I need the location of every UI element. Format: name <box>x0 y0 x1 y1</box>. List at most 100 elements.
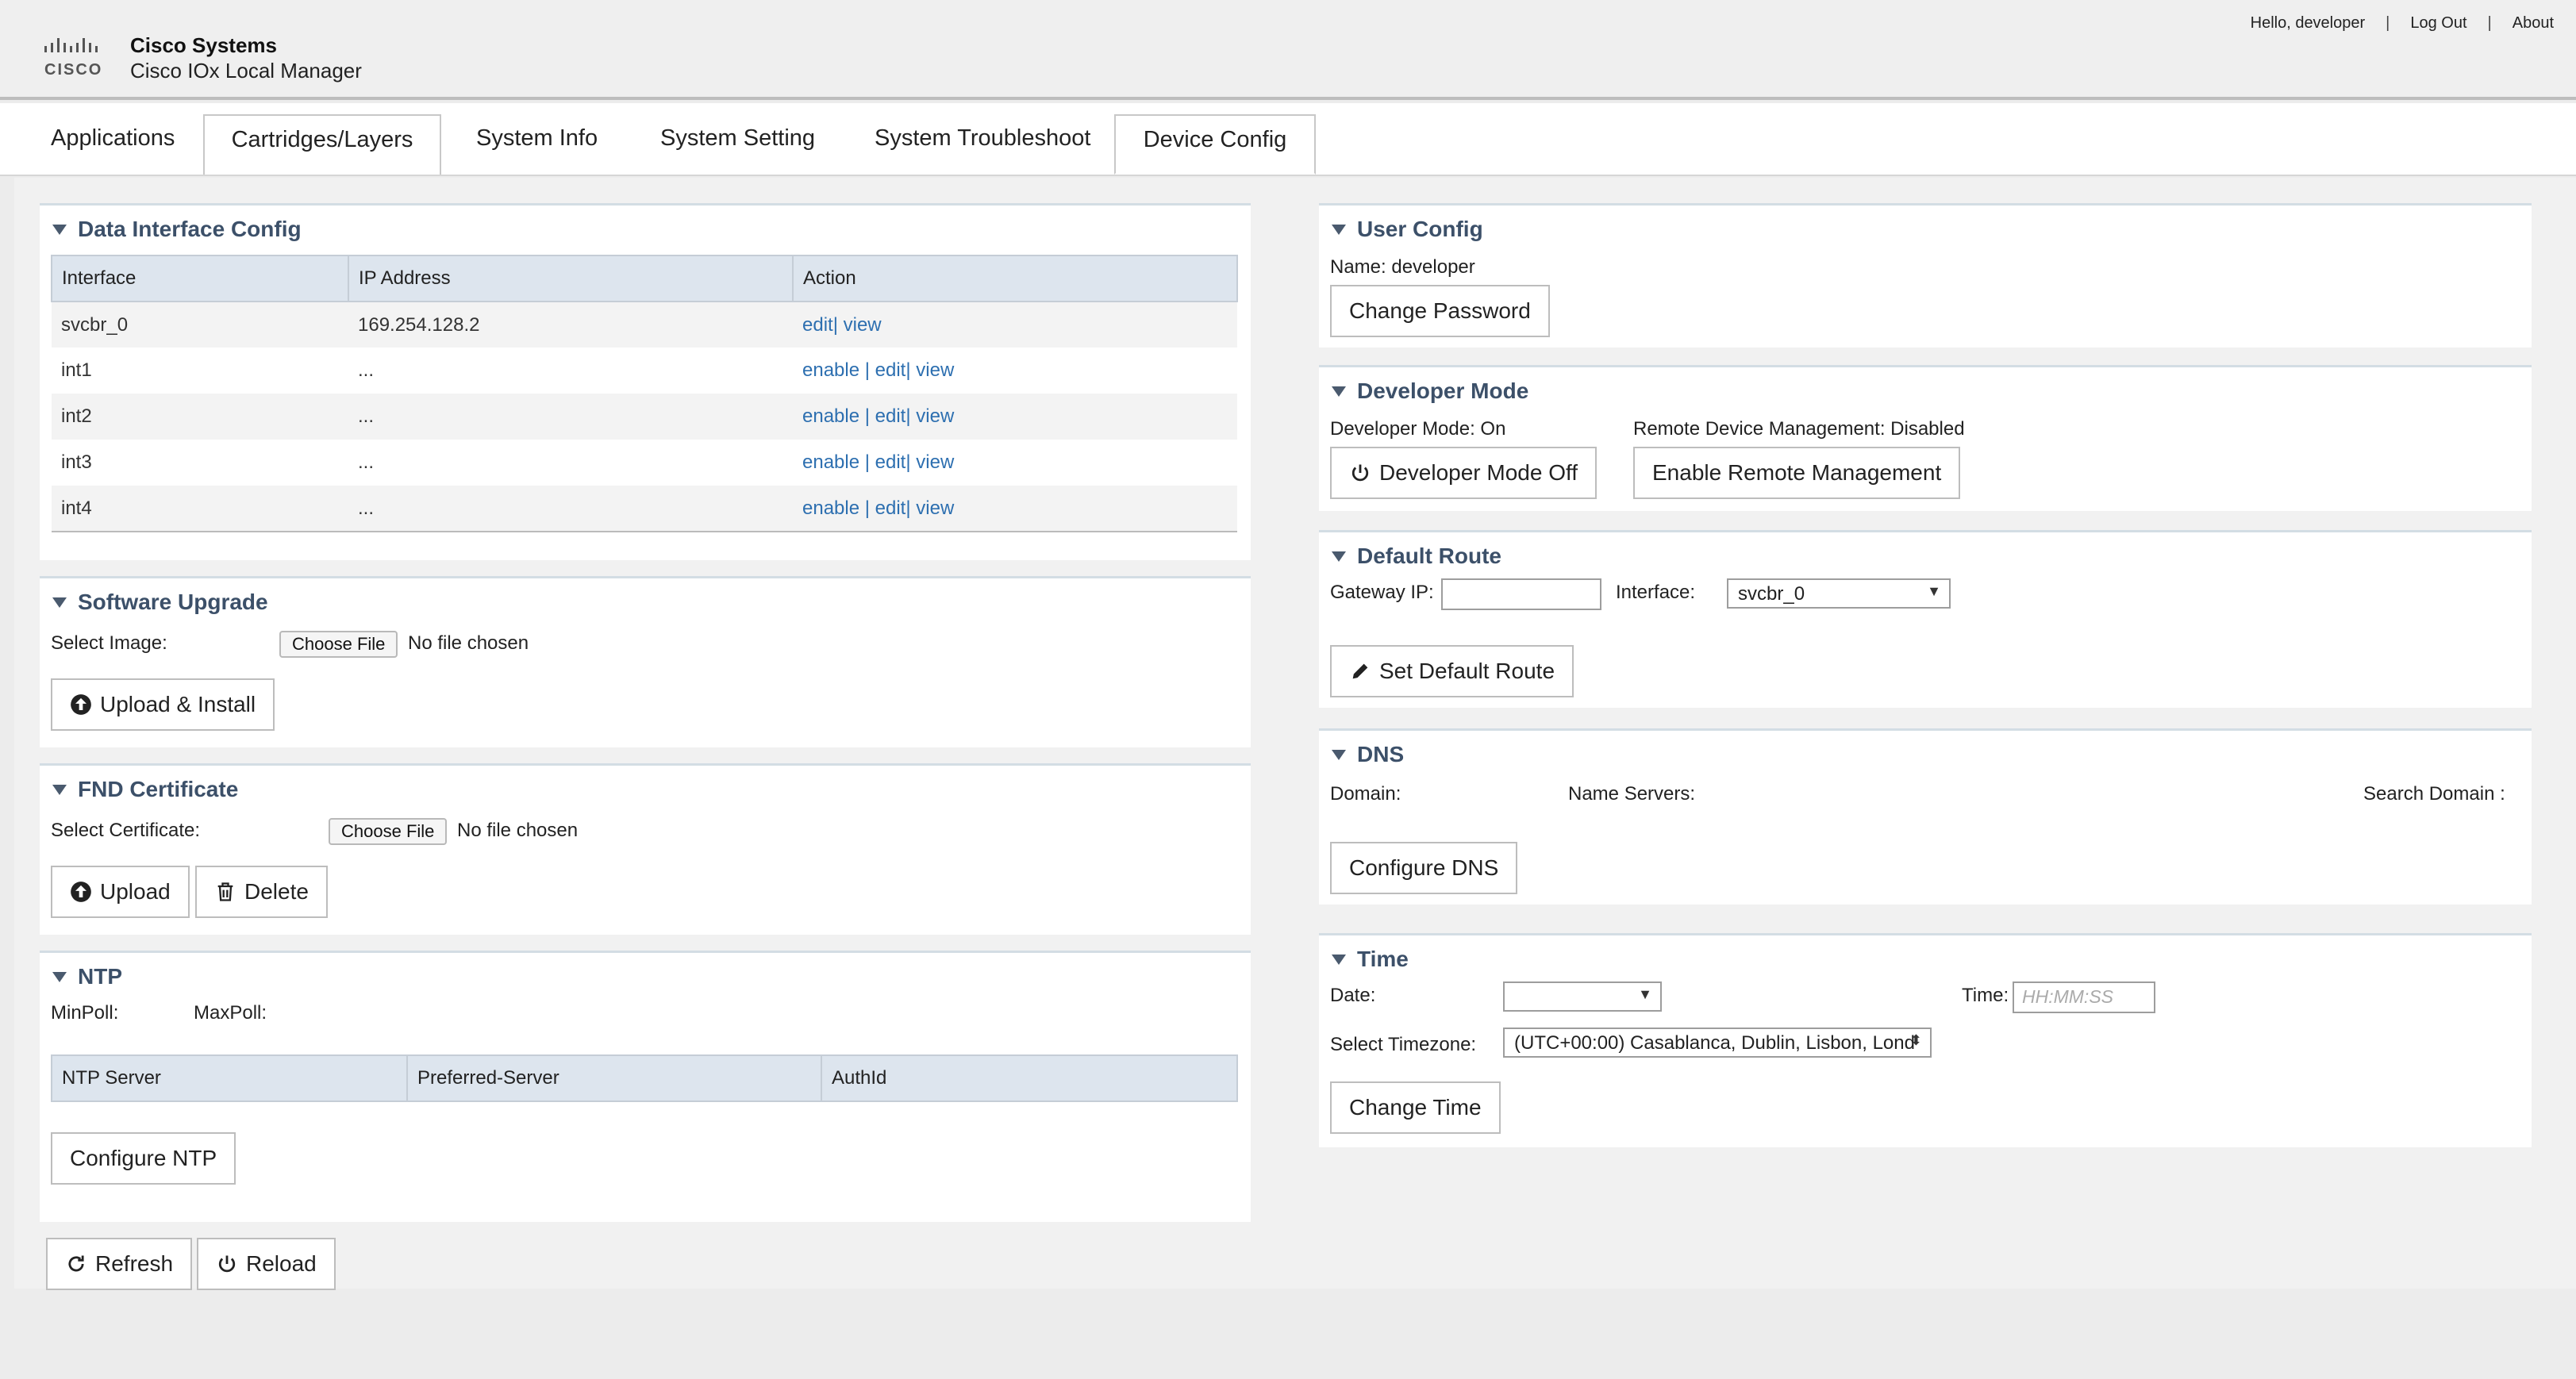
column-header: Action <box>792 255 1238 302</box>
choose-file-button[interactable]: Choose File <box>279 631 398 658</box>
maxpoll-label: MaxPoll: <box>194 1002 267 1024</box>
edit-link[interactable]: edit| <box>875 359 911 381</box>
reload-button[interactable]: Reload <box>197 1238 336 1290</box>
date-label: Date: <box>1330 985 1376 1006</box>
enable-remote-management-button[interactable]: Enable Remote Management <box>1633 447 1961 499</box>
tab-applications[interactable]: Applications <box>19 114 206 175</box>
enable-link[interactable]: enable | <box>802 405 870 427</box>
view-link[interactable]: view <box>916 497 954 519</box>
interface-select[interactable]: svcbr_0 ▼ <box>1727 578 1951 609</box>
tab-system-troubleshoot[interactable]: System Troubleshoot <box>843 114 1122 175</box>
collapse-triangle-icon <box>1332 386 1346 397</box>
button-label: Developer Mode Off <box>1379 460 1578 485</box>
upload-install-button[interactable]: Upload & Install <box>51 678 275 731</box>
collapse-triangle-icon <box>52 784 67 795</box>
interface-name: int1 <box>52 348 348 394</box>
tab-system-setting[interactable]: System Setting <box>629 114 847 175</box>
name-servers-label: Name Servers: <box>1568 783 1696 805</box>
tab-system-info[interactable]: System Info <box>444 114 629 175</box>
table-row: int3 ... enable | edit| view <box>52 440 1237 486</box>
tab-cartridges-layers[interactable]: Cartridges/Layers <box>203 114 441 175</box>
panel-title: NTP <box>78 964 122 989</box>
svg-text:CISCO: CISCO <box>44 61 102 79</box>
enable-link[interactable]: enable | <box>802 359 870 381</box>
default-route-panel: Default Route Gateway IP: Interface: svc… <box>1319 530 2532 708</box>
product-name: Cisco IOx Local Manager <box>130 59 362 83</box>
change-password-button[interactable]: Change Password <box>1330 285 1550 337</box>
panel-header[interactable]: Software Upgrade <box>52 590 268 615</box>
column-header: IP Address <box>348 255 794 302</box>
date-picker[interactable]: ▼ <box>1503 981 1662 1012</box>
view-link[interactable]: view <box>916 451 954 473</box>
change-time-button[interactable]: Change Time <box>1330 1081 1501 1134</box>
timezone-label: Select Timezone: <box>1330 1034 1477 1055</box>
view-link[interactable]: view <box>916 405 954 427</box>
user-name: Name: developer <box>1330 256 1475 278</box>
view-link[interactable]: view <box>844 314 882 336</box>
minpoll-label: MinPoll: <box>51 1002 119 1024</box>
ip-address: ... <box>348 486 793 532</box>
upload-button[interactable]: Upload <box>51 866 190 918</box>
enable-link[interactable]: enable | <box>802 451 870 473</box>
power-icon <box>218 1255 236 1273</box>
row-actions: enable | edit| view <box>793 394 1237 440</box>
ip-address: ... <box>348 348 793 394</box>
panel-title: FND Certificate <box>78 777 239 801</box>
edit-link[interactable]: edit| <box>875 497 911 519</box>
refresh-button[interactable]: Refresh <box>46 1238 193 1290</box>
enable-link[interactable]: enable | <box>802 497 870 519</box>
panel-header[interactable]: NTP <box>52 964 122 989</box>
panel-header[interactable]: DNS <box>1332 742 1404 767</box>
configure-dns-button[interactable]: Configure DNS <box>1330 842 1518 894</box>
nav-separator: | <box>2386 14 2390 32</box>
row-actions: edit| view <box>793 302 1237 348</box>
interface-name: int4 <box>52 486 348 532</box>
refresh-icon <box>68 1255 84 1272</box>
edit-link[interactable]: edit| <box>802 314 838 336</box>
edit-link[interactable]: edit| <box>875 405 911 427</box>
choose-file-button[interactable]: Choose File <box>329 818 448 845</box>
column-header: Interface <box>51 255 349 302</box>
edit-link[interactable]: edit| <box>875 451 911 473</box>
about-link[interactable]: About <box>2513 14 2554 33</box>
nav-separator: | <box>2487 14 2492 32</box>
upload-circle-icon <box>71 694 91 715</box>
gateway-ip-label: Gateway IP: <box>1330 582 1434 603</box>
domain-label: Domain: <box>1330 783 1401 805</box>
tab-device-config[interactable]: Device Config <box>1114 114 1316 175</box>
panel-title: Data Interface Config <box>78 217 302 241</box>
panel-header[interactable]: Time <box>1332 947 1409 972</box>
time-panel: Time Date: ▼ Time: HH:MM:SS Select Timez… <box>1319 933 2532 1147</box>
gateway-ip-input[interactable] <box>1441 578 1601 610</box>
panel-title: Default Route <box>1357 544 1501 568</box>
panel-title: Software Upgrade <box>78 590 268 614</box>
set-default-route-button[interactable]: Set Default Route <box>1330 645 1574 697</box>
interface-label: Interface: <box>1616 582 1696 603</box>
ip-address: ... <box>348 440 793 486</box>
panel-header[interactable]: Developer Mode <box>1332 378 1528 404</box>
panel-header[interactable]: Data Interface Config <box>52 217 302 242</box>
time-input[interactable]: HH:MM:SS <box>2013 981 2155 1013</box>
time-label: Time: <box>1962 985 2009 1006</box>
timezone-select[interactable]: (UTC+00:00) Casablanca, Dublin, Lisbon, … <box>1503 1028 1932 1058</box>
ntp-table: NTP Server Preferred-Server AuthId <box>51 1054 1238 1102</box>
panel-header[interactable]: Default Route <box>1332 544 1501 569</box>
developer-mode-off-button[interactable]: Developer Mode Off <box>1330 447 1598 499</box>
row-actions: enable | edit| view <box>793 348 1237 394</box>
power-icon <box>1351 464 1369 482</box>
configure-ntp-button[interactable]: Configure NTP <box>51 1132 236 1185</box>
user-config-panel: User Config Name: developer Change Passw… <box>1319 203 2532 348</box>
panel-header[interactable]: FND Certificate <box>52 777 238 802</box>
column-header: AuthId <box>821 1054 1238 1102</box>
logout-link[interactable]: Log Out <box>2410 14 2466 33</box>
panel-title: Developer Mode <box>1357 378 1529 403</box>
delete-button[interactable]: Delete <box>195 866 328 918</box>
panel-header[interactable]: User Config <box>1332 217 1483 242</box>
ip-address: ... <box>348 394 793 440</box>
panel-title: Time <box>1357 947 1409 971</box>
ntp-panel: NTP MinPoll: MaxPoll: NTP Server Preferr… <box>40 951 1251 1222</box>
view-link[interactable]: view <box>916 359 954 381</box>
interface-name: int2 <box>52 394 348 440</box>
column-header: Preferred-Server <box>406 1054 822 1102</box>
interface-name: svcbr_0 <box>52 302 348 348</box>
